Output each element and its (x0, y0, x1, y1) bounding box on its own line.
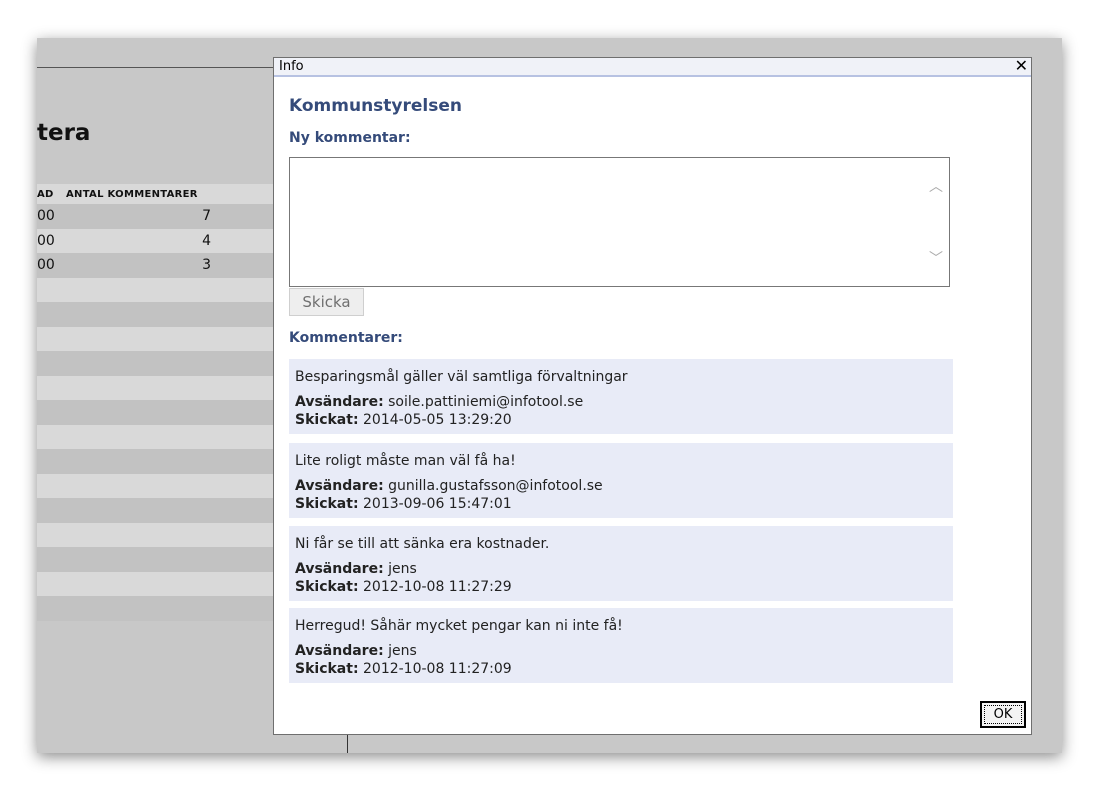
table-row (37, 498, 273, 523)
comments-label: Kommentarer: (289, 330, 403, 346)
table-row (37, 277, 273, 302)
table-row[interactable]: 00 4 (37, 228, 273, 253)
table-row (37, 522, 273, 547)
sent-value: 2014-05-05 13:29:20 (363, 412, 512, 428)
table-row (37, 473, 273, 498)
sent-value: 2012-10-08 11:27:29 (363, 579, 512, 595)
table-row (37, 326, 273, 351)
divider (37, 67, 273, 68)
table-cell: 3 (202, 257, 211, 273)
comment-item: Besparingsmål gäller väl samtliga förval… (289, 359, 953, 434)
dialog-heading: Kommunstyrelsen (289, 96, 463, 116)
close-icon[interactable]: ✕ (1015, 56, 1028, 75)
sender-label: Avsändare: (295, 561, 384, 577)
sent-value: 2012-10-08 11:27:09 (363, 661, 512, 677)
table-row (37, 400, 273, 425)
comment-textarea[interactable]: ︿ ﹀ (289, 157, 950, 287)
comment-text: Ni får se till att sänka era kostnader. (295, 536, 550, 552)
comment-item: Herregud! Såhär mycket pengar kan ni int… (289, 608, 953, 683)
column-header: ANTAL KOMMENTARER (66, 189, 198, 200)
divider (347, 733, 348, 753)
sender-label: Avsändare: (295, 394, 384, 410)
table-cell: 4 (202, 232, 211, 249)
info-dialog: Info ✕ Kommunstyrelsen Ny kommentar: ︿ ﹀… (273, 56, 1032, 735)
table-row (37, 449, 273, 474)
sent-label: Skickat: (295, 579, 359, 595)
table-row (37, 571, 273, 596)
comment-sent: Skickat: 2013-09-06 15:47:01 (295, 496, 512, 512)
sent-label: Skickat: (295, 496, 359, 512)
summary-table: AD ANTAL KOMMENTARER 00 7 00 4 00 3 (37, 184, 273, 621)
table-cell: 00 (37, 208, 55, 224)
table-cell: 7 (202, 208, 211, 224)
table-row (37, 424, 273, 449)
new-comment-label: Ny kommentar: (289, 130, 411, 146)
comment-sender: Avsändare: jens (295, 643, 417, 659)
table-row (37, 302, 273, 327)
comment-text: Besparingsmål gäller väl samtliga förval… (295, 369, 628, 385)
comment-item: Lite roligt måste man väl få ha! Avsända… (289, 443, 953, 518)
column-header: AD (37, 189, 54, 200)
table-row (37, 351, 273, 376)
scroll-down-icon[interactable]: ﹀ (929, 248, 943, 268)
sender-value: jens (388, 561, 417, 577)
dialog-titlebar[interactable]: Info ✕ (274, 56, 1031, 77)
table-header: AD ANTAL KOMMENTARER (37, 184, 273, 204)
sender-label: Avsändare: (295, 478, 384, 494)
scroll-up-icon[interactable]: ︿ (929, 176, 943, 196)
table-row (37, 375, 273, 400)
sent-label: Skickat: (295, 412, 359, 428)
sent-label: Skickat: (295, 661, 359, 677)
ok-button-label: OK (984, 705, 1022, 724)
table-row[interactable]: 00 7 (37, 204, 273, 229)
comment-sent: Skickat: 2012-10-08 11:27:09 (295, 661, 512, 677)
page-title: tera (37, 120, 91, 146)
table-cell: 00 (37, 257, 55, 273)
comment-text: Herregud! Såhär mycket pengar kan ni int… (295, 618, 623, 634)
comment-sent: Skickat: 2014-05-05 13:29:20 (295, 412, 512, 428)
comment-sent: Skickat: 2012-10-08 11:27:29 (295, 579, 512, 595)
table-row (37, 547, 273, 572)
comment-sender: Avsändare: jens (295, 561, 417, 577)
sender-label: Avsändare: (295, 643, 384, 659)
table-row[interactable]: 00 3 (37, 253, 273, 278)
sender-value: jens (388, 643, 417, 659)
send-button[interactable]: Skicka (289, 288, 364, 316)
ok-button[interactable]: OK (980, 701, 1026, 728)
table-cell: 00 (37, 232, 55, 249)
comment-text: Lite roligt måste man väl få ha! (295, 453, 516, 469)
sender-value: gunilla.gustafsson@infotool.se (388, 478, 603, 494)
comment-item: Ni får se till att sänka era kostnader. … (289, 526, 953, 601)
table-row (37, 596, 273, 621)
sender-value: soile.pattiniemi@infotool.se (388, 394, 584, 410)
dialog-title: Info (279, 59, 304, 74)
comment-sender: Avsändare: gunilla.gustafsson@infotool.s… (295, 478, 603, 494)
comment-sender: Avsändare: soile.pattiniemi@infotool.se (295, 394, 583, 410)
sent-value: 2013-09-06 15:47:01 (363, 496, 512, 512)
